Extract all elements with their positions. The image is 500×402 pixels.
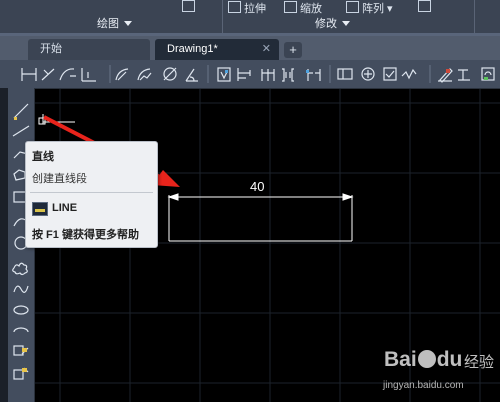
baidu-logo: Bai du	[384, 348, 463, 371]
tooltip-help: 按 F1 键获得更多帮助	[32, 229, 139, 241]
command-line-icon	[32, 202, 48, 216]
tooltip-title: 直线	[32, 151, 54, 163]
paw-icon	[417, 350, 436, 368]
tooltip-command: LINE	[52, 202, 78, 214]
line-tooltip: 直线 创建直线段 LINE 按 F1 键获得更多帮助	[25, 141, 158, 248]
tooltip-divider	[30, 192, 153, 193]
baidu-watermark: Bai du 经验 jingyan.baidu.com	[380, 340, 498, 398]
watermark-url: jingyan.baidu.com	[383, 380, 464, 391]
tooltip-description: 创建直线段	[32, 173, 87, 185]
watermark-suffix: 经验	[464, 354, 495, 371]
